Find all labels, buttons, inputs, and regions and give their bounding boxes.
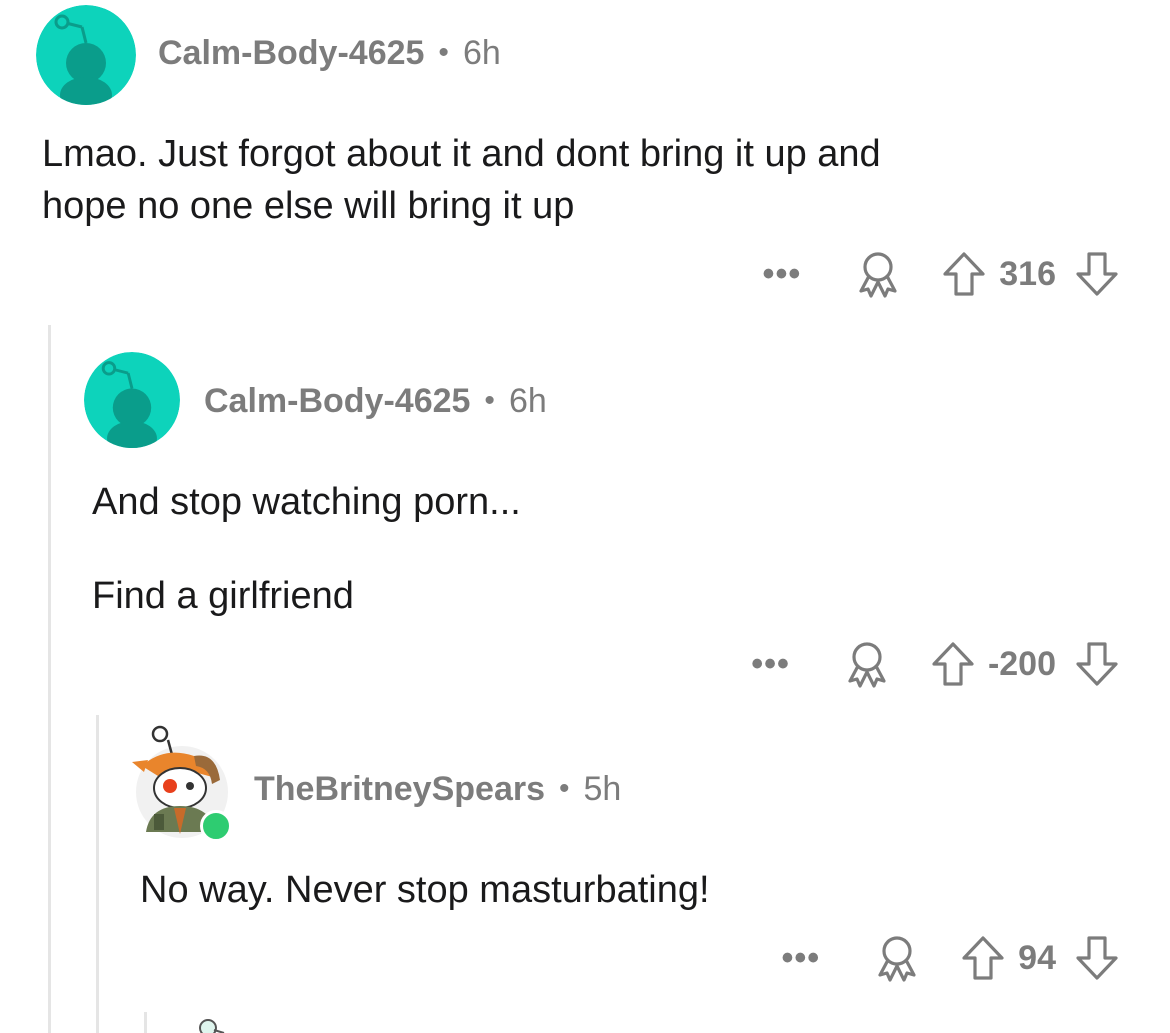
user-avatar[interactable] — [84, 352, 180, 448]
vote-score: 316 — [999, 254, 1056, 293]
vote-score: 94 — [1018, 938, 1056, 977]
more-options-icon[interactable]: ••• — [763, 257, 802, 291]
more-options-icon[interactable]: ••• — [751, 647, 790, 681]
award-icon[interactable] — [872, 933, 922, 983]
meta-separator: • — [484, 384, 495, 417]
comment-meta: Calm-Body-4625 • 6h — [204, 378, 547, 424]
comment-body-line: No way. Never stop masturbating! — [140, 869, 710, 911]
online-status-indicator — [200, 810, 232, 842]
comment-meta: TheBritneySpears • 5h — [254, 766, 621, 812]
comment-actions: ••• -200 — [751, 634, 1120, 694]
comment-body-line: And stop watching porn... — [92, 481, 521, 523]
upvote-arrow-icon[interactable] — [960, 934, 1006, 982]
user-avatar[interactable] — [36, 5, 136, 105]
downvote-arrow-icon[interactable] — [1074, 934, 1120, 982]
next-reply-avatar-peek — [199, 1019, 225, 1033]
comment-age[interactable]: 6h — [509, 382, 547, 421]
upvote-arrow-icon[interactable] — [941, 250, 987, 298]
thread-line-level-1[interactable] — [48, 325, 51, 1033]
comment-meta: Calm-Body-4625 • 6h — [158, 30, 501, 76]
upvote-arrow-icon[interactable] — [930, 640, 976, 688]
meta-separator: • — [559, 772, 570, 805]
comment-age[interactable]: 5h — [584, 770, 622, 809]
award-icon[interactable] — [853, 249, 903, 299]
username[interactable]: Calm-Body-4625 — [158, 34, 424, 73]
comment-actions: ••• 94 — [781, 928, 1120, 988]
award-icon[interactable] — [842, 639, 892, 689]
downvote-arrow-icon[interactable] — [1074, 250, 1120, 298]
downvote-arrow-icon[interactable] — [1074, 640, 1120, 688]
comment-body-line: Lmao. Just forgot about it and dont brin… — [42, 133, 881, 175]
comment-age[interactable]: 6h — [463, 34, 501, 73]
comment-actions: ••• 316 — [763, 244, 1120, 304]
comment-body-line: Find a girlfriend — [92, 575, 354, 617]
comment-body-line: hope no one else will bring it up — [42, 185, 575, 227]
more-options-icon[interactable]: ••• — [781, 941, 820, 975]
username[interactable]: Calm-Body-4625 — [204, 382, 470, 421]
username[interactable]: TheBritneySpears — [254, 770, 545, 809]
vote-score: -200 — [987, 644, 1056, 683]
meta-separator: • — [438, 36, 449, 69]
thread-line-level-3[interactable] — [144, 1012, 147, 1033]
thread-line-level-2[interactable] — [96, 715, 99, 1033]
